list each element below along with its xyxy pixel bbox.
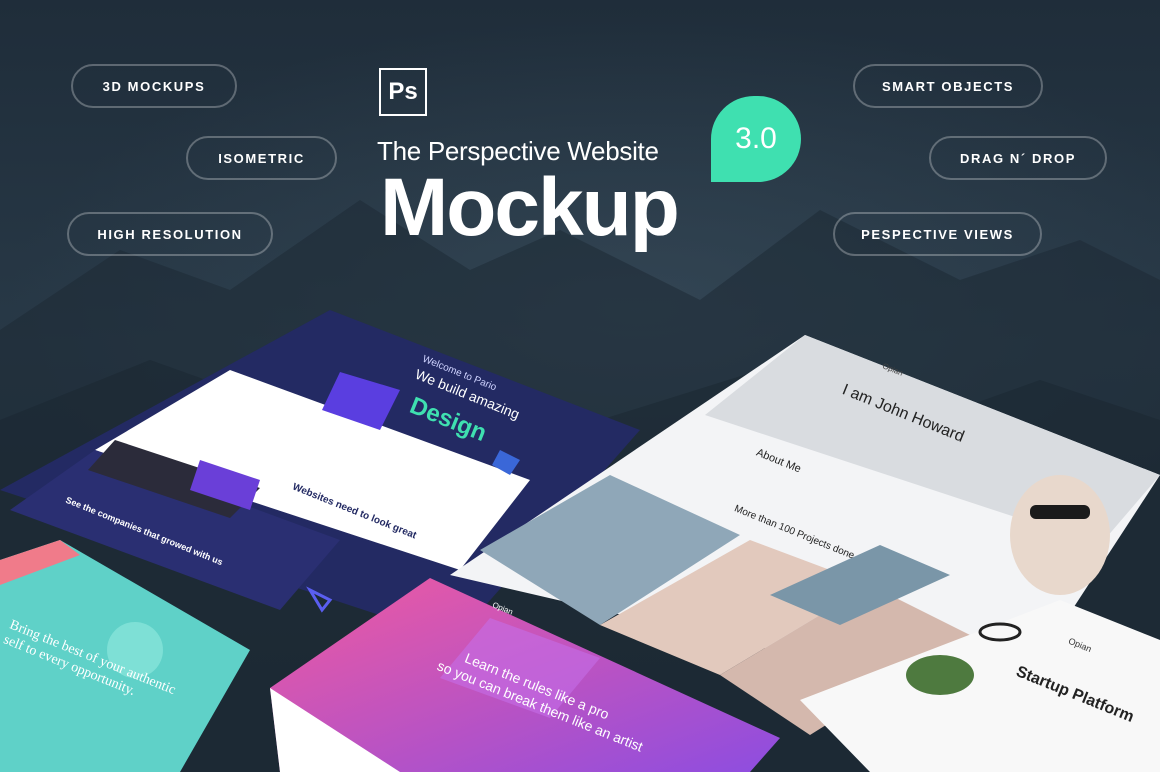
mockup-startup: Opian Startup Platform: [800, 600, 1160, 772]
feature-pill-smart-objects: SMART OBJECTS: [853, 64, 1043, 108]
mockup-startup-shape: [800, 600, 1160, 772]
mockup-teal: Bring the best of your authentic self to…: [0, 540, 260, 772]
feature-pill-high-resolution: HIGH RESOLUTION: [67, 212, 273, 256]
feature-pill-drag-n-drop: DRAG N´ DROP: [929, 136, 1107, 180]
feature-pill-perspective-views: PESPECTIVE VIEWS: [833, 212, 1042, 256]
version-badge: 3.0: [711, 96, 801, 182]
feature-pill-isometric: ISOMETRIC: [186, 136, 337, 180]
feature-pill-3d-mockups: 3D MOCKUPS: [71, 64, 237, 108]
photoshop-icon: Ps: [379, 68, 427, 116]
heading-title: Mockup: [380, 162, 680, 253]
mockup-purple: Opian Learn the rules like a pro so you …: [270, 578, 790, 772]
